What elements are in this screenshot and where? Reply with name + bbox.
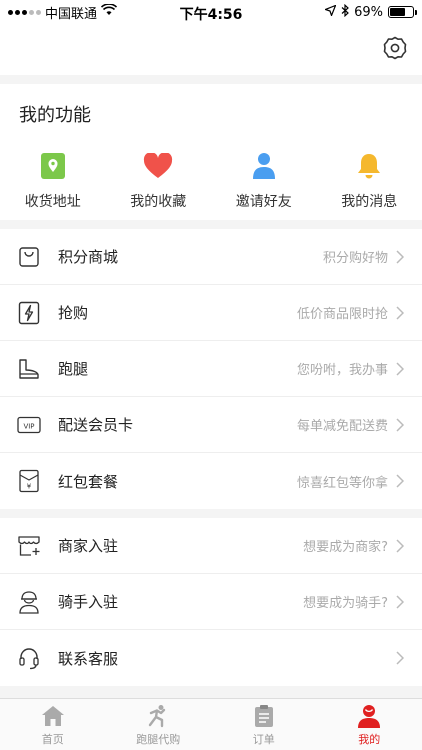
tab-errand[interactable]: 跑腿代购 — [106, 699, 212, 750]
menu-label: 红包套餐 — [58, 472, 119, 491]
boot-icon — [16, 356, 42, 382]
menu-item-delivery-card[interactable]: VIP 配送会员卡 每单减免配送费 — [0, 397, 422, 453]
feature-label: 我的消息 — [341, 194, 398, 210]
store-add-icon — [16, 533, 42, 559]
tab-bar: 首页 跑腿代购 订单 我的 — [0, 698, 422, 750]
heart-icon — [143, 151, 173, 181]
tab-label: 跑腿代购 — [136, 732, 181, 746]
status-left: 中国联通 — [8, 3, 118, 22]
menu-item-errand[interactable]: 跑腿 您吩咐，我办事 — [0, 341, 422, 397]
location-pin-icon — [38, 151, 68, 181]
feature-address[interactable]: 收货地址 — [0, 151, 105, 211]
carrier-name: 中国联通 — [45, 6, 98, 22]
menu-item-red-packet[interactable]: ¥ 红包套餐 惊喜红包等你拿 — [0, 453, 422, 509]
features-title: 我的功能 — [19, 105, 91, 126]
feature-label: 邀请好友 — [235, 194, 292, 210]
chevron-right-icon — [396, 305, 406, 320]
clipboard-icon — [251, 703, 277, 729]
chevron-right-icon — [396, 249, 406, 264]
gear-icon — [382, 35, 408, 65]
section-gap — [0, 509, 422, 518]
feature-label: 收货地址 — [24, 194, 81, 210]
location-arrow-icon — [323, 3, 337, 20]
menu-hint: 想要成为商家? — [303, 540, 388, 555]
tab-mine[interactable]: 我的 — [317, 699, 422, 750]
features-section: 我的功能 收货地址 我的收藏 邀请好友 我的消息 — [0, 84, 422, 220]
signal-icon — [8, 9, 41, 15]
features-grid: 收货地址 我的收藏 邀请好友 我的消息 — [0, 136, 422, 211]
flash-icon — [16, 300, 42, 326]
menu-label: 联系客服 — [58, 649, 119, 668]
battery-icon — [388, 6, 417, 18]
profile-icon — [356, 703, 382, 729]
menu-label: 积分商城 — [58, 248, 119, 266]
chevron-right-icon — [396, 417, 406, 432]
feature-favorites[interactable]: 我的收藏 — [106, 151, 211, 211]
user-icon — [249, 151, 279, 181]
chevron-right-icon — [396, 594, 406, 609]
status-right: 69% — [323, 3, 417, 21]
menu-hint: 每单减免配送费 — [296, 419, 388, 434]
tab-orders[interactable]: 订单 — [211, 699, 317, 750]
tab-label: 我的 — [358, 732, 381, 746]
shopping-bag-icon — [16, 244, 42, 270]
feature-messages[interactable]: 我的消息 — [317, 151, 422, 211]
menu-group-join: 商家入驻 想要成为商家? 骑手入驻 想要成为骑手? 联系客服 — [0, 518, 422, 686]
rider-icon — [16, 589, 42, 615]
menu-hint: 想要成为骑手? — [303, 596, 388, 611]
vip-card-icon: VIP — [16, 412, 42, 438]
chevron-right-icon — [396, 651, 406, 665]
menu-item-flash-sale[interactable]: 抢购 低价商品限时抢 — [0, 285, 422, 341]
headset-icon — [16, 645, 42, 671]
runner-icon — [145, 703, 171, 729]
tab-label: 首页 — [41, 732, 64, 746]
menu-label: 配送会员卡 — [58, 416, 134, 434]
svg-text:VIP: VIP — [23, 422, 34, 430]
tab-home[interactable]: 首页 — [0, 699, 106, 750]
menu-item-merchant-join[interactable]: 商家入驻 想要成为商家? — [0, 518, 422, 574]
bluetooth-icon — [341, 3, 349, 21]
menu-group-services: 积分商城 积分购好物 抢购 低价商品限时抢 跑腿 您吩咐，我办事 VIP 配送会… — [0, 229, 422, 509]
menu-hint: 低价商品限时抢 — [296, 307, 388, 322]
home-icon — [40, 703, 66, 729]
red-packet-icon: ¥ — [16, 468, 42, 494]
menu-item-rider-join[interactable]: 骑手入驻 想要成为骑手? — [0, 574, 422, 630]
settings-button[interactable] — [382, 35, 408, 65]
menu-label: 商家入驻 — [58, 537, 119, 555]
menu-hint: 积分购好物 — [322, 251, 388, 266]
battery-percent: 69% — [354, 4, 383, 20]
menu-hint: 您吩咐，我办事 — [296, 363, 388, 378]
section-gap — [0, 220, 422, 229]
top-header — [0, 24, 422, 75]
menu-label: 骑手入驻 — [58, 593, 119, 611]
chevron-right-icon — [396, 361, 406, 376]
tab-label: 订单 — [252, 732, 275, 746]
chevron-right-icon — [396, 538, 406, 553]
status-time: 下午4:56 — [179, 7, 243, 23]
svg-text:¥: ¥ — [27, 483, 32, 491]
menu-label: 跑腿 — [58, 360, 89, 378]
menu-hint: 惊喜红包等你拿 — [296, 475, 388, 491]
feature-invite[interactable]: 邀请好友 — [211, 151, 316, 211]
section-gap — [0, 75, 422, 84]
bell-icon — [354, 151, 384, 181]
menu-item-points-mall[interactable]: 积分商城 积分购好物 — [0, 229, 422, 285]
menu-item-customer-service[interactable]: 联系客服 — [0, 630, 422, 686]
menu-label: 抢购 — [58, 304, 89, 322]
chevron-right-icon — [396, 474, 406, 488]
wifi-icon — [100, 3, 118, 20]
feature-label: 我的收藏 — [130, 194, 187, 210]
status-bar: 中国联通 下午4:56 69% — [0, 0, 422, 24]
